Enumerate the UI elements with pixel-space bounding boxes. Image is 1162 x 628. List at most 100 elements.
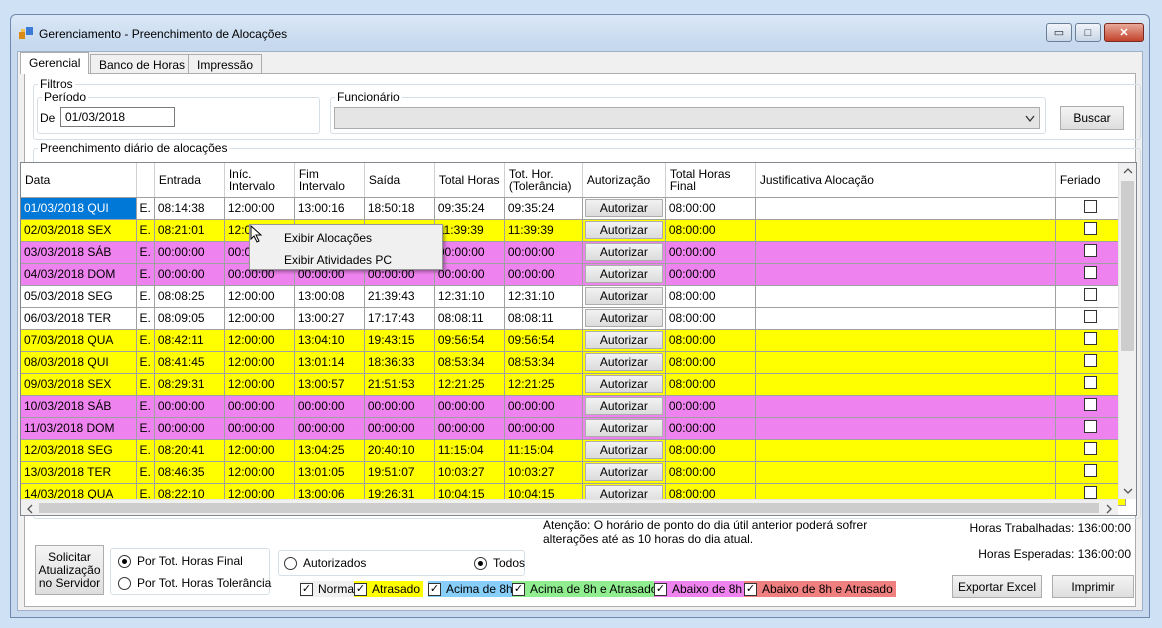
grid-cell-e[interactable]: E. bbox=[136, 395, 155, 418]
grid-cell-tol[interactable]: 08:08:11 bbox=[504, 307, 583, 330]
tab-banco-de-horas[interactable]: Banco de Horas bbox=[90, 54, 195, 74]
grid-cell-total[interactable]: 00:00:00 bbox=[434, 241, 505, 264]
horizontal-scroll-thumb[interactable] bbox=[39, 503, 1099, 513]
table-row[interactable]: 13/03/2018 TER E. 08:46:35 12:00:00 13:01:05… bbox=[21, 461, 1126, 484]
table-row[interactable]: 08/03/2018 QUI E. 08:41:45 12:00:00 13:01:14… bbox=[21, 351, 1126, 374]
grid-cell-fim[interactable]: 13:00:16 bbox=[294, 197, 365, 220]
authorize-button[interactable]: Autorizar bbox=[584, 419, 663, 437]
grid-cell-justification[interactable] bbox=[755, 307, 1056, 330]
grid-cell-inicio[interactable]: 12:00:00 bbox=[224, 329, 295, 352]
holiday-checkbox[interactable] bbox=[1083, 442, 1097, 455]
grid-cell-entrada[interactable]: 00:00:00 bbox=[154, 263, 225, 286]
grid-cell-final[interactable]: 08:00:00 bbox=[665, 373, 756, 396]
grid-cell-fim[interactable]: 13:04:25 bbox=[294, 439, 365, 462]
grid-cell-tol[interactable]: 00:00:00 bbox=[504, 241, 583, 264]
grid-header-cell[interactable]: Total Horas bbox=[434, 163, 505, 198]
scroll-up-icon[interactable] bbox=[1123, 167, 1133, 175]
grid-cell-saida[interactable]: 17:17:43 bbox=[364, 307, 435, 330]
vertical-scrollbar[interactable] bbox=[1118, 163, 1136, 499]
grid-header-cell[interactable]: Autorização bbox=[582, 163, 666, 198]
table-row[interactable]: 12/03/2018 SEG E. 08:20:41 12:00:00 13:04:25… bbox=[21, 439, 1126, 462]
grid-cell-justification[interactable] bbox=[755, 219, 1056, 242]
menu-item-exibir-alocacoes[interactable]: Exibir Alocações bbox=[284, 231, 372, 245]
grid-cell-saida[interactable]: 21:39:43 bbox=[364, 285, 435, 308]
grid-cell-total[interactable]: 00:00:00 bbox=[434, 395, 505, 418]
grid-cell-e[interactable]: E. bbox=[136, 373, 155, 396]
grid-cell-saida[interactable]: 20:40:10 bbox=[364, 439, 435, 462]
grid-cell-entrada[interactable]: 08:20:41 bbox=[154, 439, 225, 462]
table-row[interactable]: 09/03/2018 SEX E. 08:29:31 12:00:00 13:00:57… bbox=[21, 373, 1126, 396]
holiday-checkbox[interactable] bbox=[1083, 310, 1097, 323]
grid-cell-final[interactable]: 08:00:00 bbox=[665, 351, 756, 374]
grid-header-cell[interactable]: Tot. Hor. (Tolerância) bbox=[504, 163, 583, 198]
table-row[interactable]: 01/03/2018 QUI E. 08:14:38 12:00:00 13:00:16… bbox=[21, 197, 1126, 220]
grid-cell-data[interactable]: 07/03/2018 QUA bbox=[21, 329, 137, 352]
grid-cell-e[interactable]: E. bbox=[136, 439, 155, 462]
grid-cell-fim[interactable]: 00:00:00 bbox=[294, 417, 365, 440]
grid-cell-entrada[interactable]: 08:29:31 bbox=[154, 373, 225, 396]
grid-cell-justification[interactable] bbox=[755, 285, 1056, 308]
holiday-checkbox[interactable] bbox=[1083, 332, 1097, 345]
grid-cell-justification[interactable] bbox=[755, 373, 1056, 396]
grid-header-cell[interactable]: Total Horas Final bbox=[665, 163, 756, 198]
close-button[interactable]: ✕ bbox=[1104, 23, 1144, 42]
grid-cell-final[interactable]: 08:00:00 bbox=[665, 307, 756, 330]
grid-cell-total[interactable]: 12:31:10 bbox=[434, 285, 505, 308]
grid-cell-tol[interactable]: 12:21:25 bbox=[504, 373, 583, 396]
grid-cell-total[interactable]: 11:15:04 bbox=[434, 439, 505, 462]
authorize-button[interactable]: Autorizar bbox=[584, 331, 663, 349]
authorize-button[interactable]: Autorizar bbox=[584, 397, 663, 415]
tab-impressao[interactable]: Impressão bbox=[188, 54, 263, 74]
grid-cell-e[interactable]: E. bbox=[136, 285, 155, 308]
grid-cell-data[interactable]: 09/03/2018 SEX bbox=[21, 373, 137, 396]
grid-cell-e[interactable]: E. bbox=[136, 307, 155, 330]
grid-cell-data[interactable]: 10/03/2018 SÁB bbox=[21, 395, 137, 418]
grid-header-cell[interactable]: Entrada bbox=[154, 163, 225, 198]
grid-cell-entrada[interactable]: 08:46:35 bbox=[154, 461, 225, 484]
grid-cell-final[interactable]: 08:00:00 bbox=[665, 197, 756, 220]
grid-cell-saida[interactable]: 19:51:07 bbox=[364, 461, 435, 484]
radio-authorized-indicator[interactable] bbox=[284, 556, 297, 570]
grid-cell-justification[interactable] bbox=[755, 439, 1056, 462]
date-from-input[interactable] bbox=[60, 107, 175, 127]
check-icon[interactable]: ✓ bbox=[354, 582, 367, 596]
grid-cell-inicio[interactable]: 12:00:00 bbox=[224, 285, 295, 308]
grid-cell-entrada[interactable]: 00:00:00 bbox=[154, 241, 225, 264]
grid-cell-data[interactable]: 01/03/2018 QUI bbox=[21, 197, 137, 220]
grid-cell-inicio[interactable]: 00:00:00 bbox=[224, 417, 295, 440]
scroll-right-icon[interactable] bbox=[1105, 504, 1113, 514]
table-row[interactable]: 04/03/2018 DOM E. 00:00:00 00:00:00 00:00:00… bbox=[21, 263, 1126, 286]
tab-gerencial[interactable]: Gerencial bbox=[20, 52, 90, 74]
grid-cell-inicio[interactable]: 12:00:00 bbox=[224, 307, 295, 330]
holiday-checkbox[interactable] bbox=[1083, 222, 1097, 235]
holiday-checkbox[interactable] bbox=[1083, 376, 1097, 389]
grid-cell-entrada[interactable]: 08:14:38 bbox=[154, 197, 225, 220]
grid-cell-final[interactable]: 08:00:00 bbox=[665, 439, 756, 462]
legend-item[interactable]: ✓ Abaixo de 8h bbox=[654, 581, 746, 597]
grid-cell-justification[interactable] bbox=[755, 197, 1056, 220]
grid-cell-final[interactable]: 00:00:00 bbox=[665, 263, 756, 286]
grid-cell-data[interactable]: 04/03/2018 DOM bbox=[21, 263, 137, 286]
grid-cell-entrada[interactable]: 08:41:45 bbox=[154, 351, 225, 374]
check-icon[interactable]: ✓ bbox=[654, 582, 667, 596]
legend-item[interactable]: ✓ Normal bbox=[300, 581, 360, 597]
grid-cell-inicio[interactable]: 12:00:00 bbox=[224, 373, 295, 396]
authorize-button[interactable]: Autorizar bbox=[584, 353, 663, 371]
radio-all[interactable]: Todos bbox=[474, 556, 525, 570]
minimize-button[interactable]: ▭ bbox=[1046, 23, 1072, 42]
grid-cell-justification[interactable] bbox=[755, 461, 1056, 484]
legend-item[interactable]: ✓ Acima de 8h bbox=[428, 581, 516, 597]
holiday-checkbox[interactable] bbox=[1083, 200, 1097, 213]
grid-cell-total[interactable]: 00:00:00 bbox=[434, 417, 505, 440]
grid-cell-tol[interactable]: 00:00:00 bbox=[504, 417, 583, 440]
grid-cell-total[interactable]: 10:03:27 bbox=[434, 461, 505, 484]
grid-cell-entrada[interactable]: 08:09:05 bbox=[154, 307, 225, 330]
grid-cell-justification[interactable] bbox=[755, 241, 1056, 264]
grid-header-cell[interactable]: Fim Intervalo bbox=[294, 163, 365, 198]
grid-cell-e[interactable]: E. bbox=[136, 351, 155, 374]
grid-cell-final[interactable]: 00:00:00 bbox=[665, 241, 756, 264]
authorize-button[interactable]: Autorizar bbox=[584, 463, 663, 481]
radio-total-tolerance[interactable]: Por Tot. Horas Tolerância bbox=[118, 576, 271, 590]
table-row[interactable]: 06/03/2018 TER E. 08:09:05 12:00:00 13:00:27… bbox=[21, 307, 1126, 330]
grid-cell-entrada[interactable]: 00:00:00 bbox=[154, 395, 225, 418]
